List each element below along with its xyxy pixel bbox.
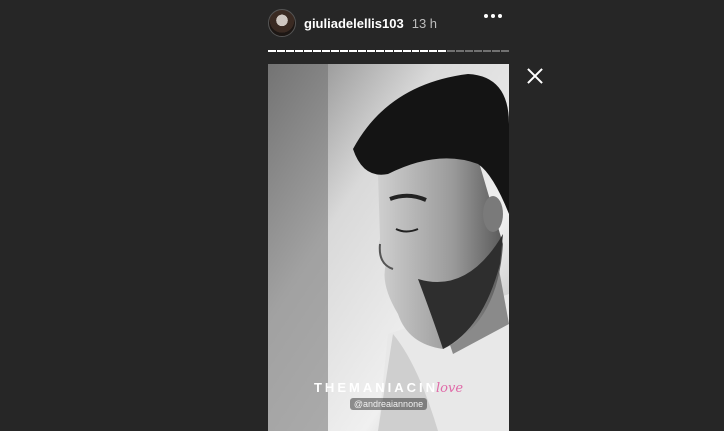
story-media[interactable]: THEMANIACINlove @andreaiannone [268, 64, 509, 431]
mention-tag[interactable]: @andreaiannone [268, 398, 509, 410]
close-icon[interactable] [525, 66, 545, 86]
progress-segment [268, 50, 276, 52]
progress-segment [285, 50, 294, 52]
progress-segment [348, 50, 357, 52]
progress-segment [366, 50, 375, 52]
progress-segment [384, 50, 393, 52]
progress-segment [420, 50, 429, 52]
progress-segment [474, 50, 483, 52]
progress-segment [438, 50, 447, 52]
progress-segment [456, 50, 465, 52]
progress-segment [411, 50, 420, 52]
progress-segment [303, 50, 312, 52]
story-text-overlay: THEMANIACINlove [268, 380, 509, 396]
progress-segment [402, 50, 411, 52]
mention-label: @andreaiannone [349, 398, 428, 410]
progress-segment [393, 50, 402, 52]
overlay-title-script: love [435, 381, 464, 396]
more-options-icon[interactable] [484, 14, 502, 18]
story-header: giuliadelellis103 13 h [268, 6, 508, 40]
progress-segment [483, 50, 492, 52]
story-progress-bar [268, 50, 510, 52]
progress-segment [330, 50, 339, 52]
progress-segment [276, 50, 285, 52]
progress-segment [339, 50, 348, 52]
progress-segment [375, 50, 384, 52]
story-timestamp: 13 h [411, 15, 438, 31]
progress-segment [357, 50, 366, 52]
story-photo [268, 64, 509, 431]
progress-segment [501, 50, 510, 52]
profile-avatar[interactable] [268, 9, 296, 37]
progress-segment [294, 50, 303, 52]
username[interactable]: giuliadelellis103 [304, 16, 404, 31]
progress-segment [465, 50, 474, 52]
progress-segment [447, 50, 456, 52]
progress-segment [321, 50, 330, 52]
progress-segment [429, 50, 438, 52]
progress-segment [312, 50, 321, 52]
progress-segment [492, 50, 501, 52]
overlay-title-main: THEMANIACIN [313, 380, 438, 395]
